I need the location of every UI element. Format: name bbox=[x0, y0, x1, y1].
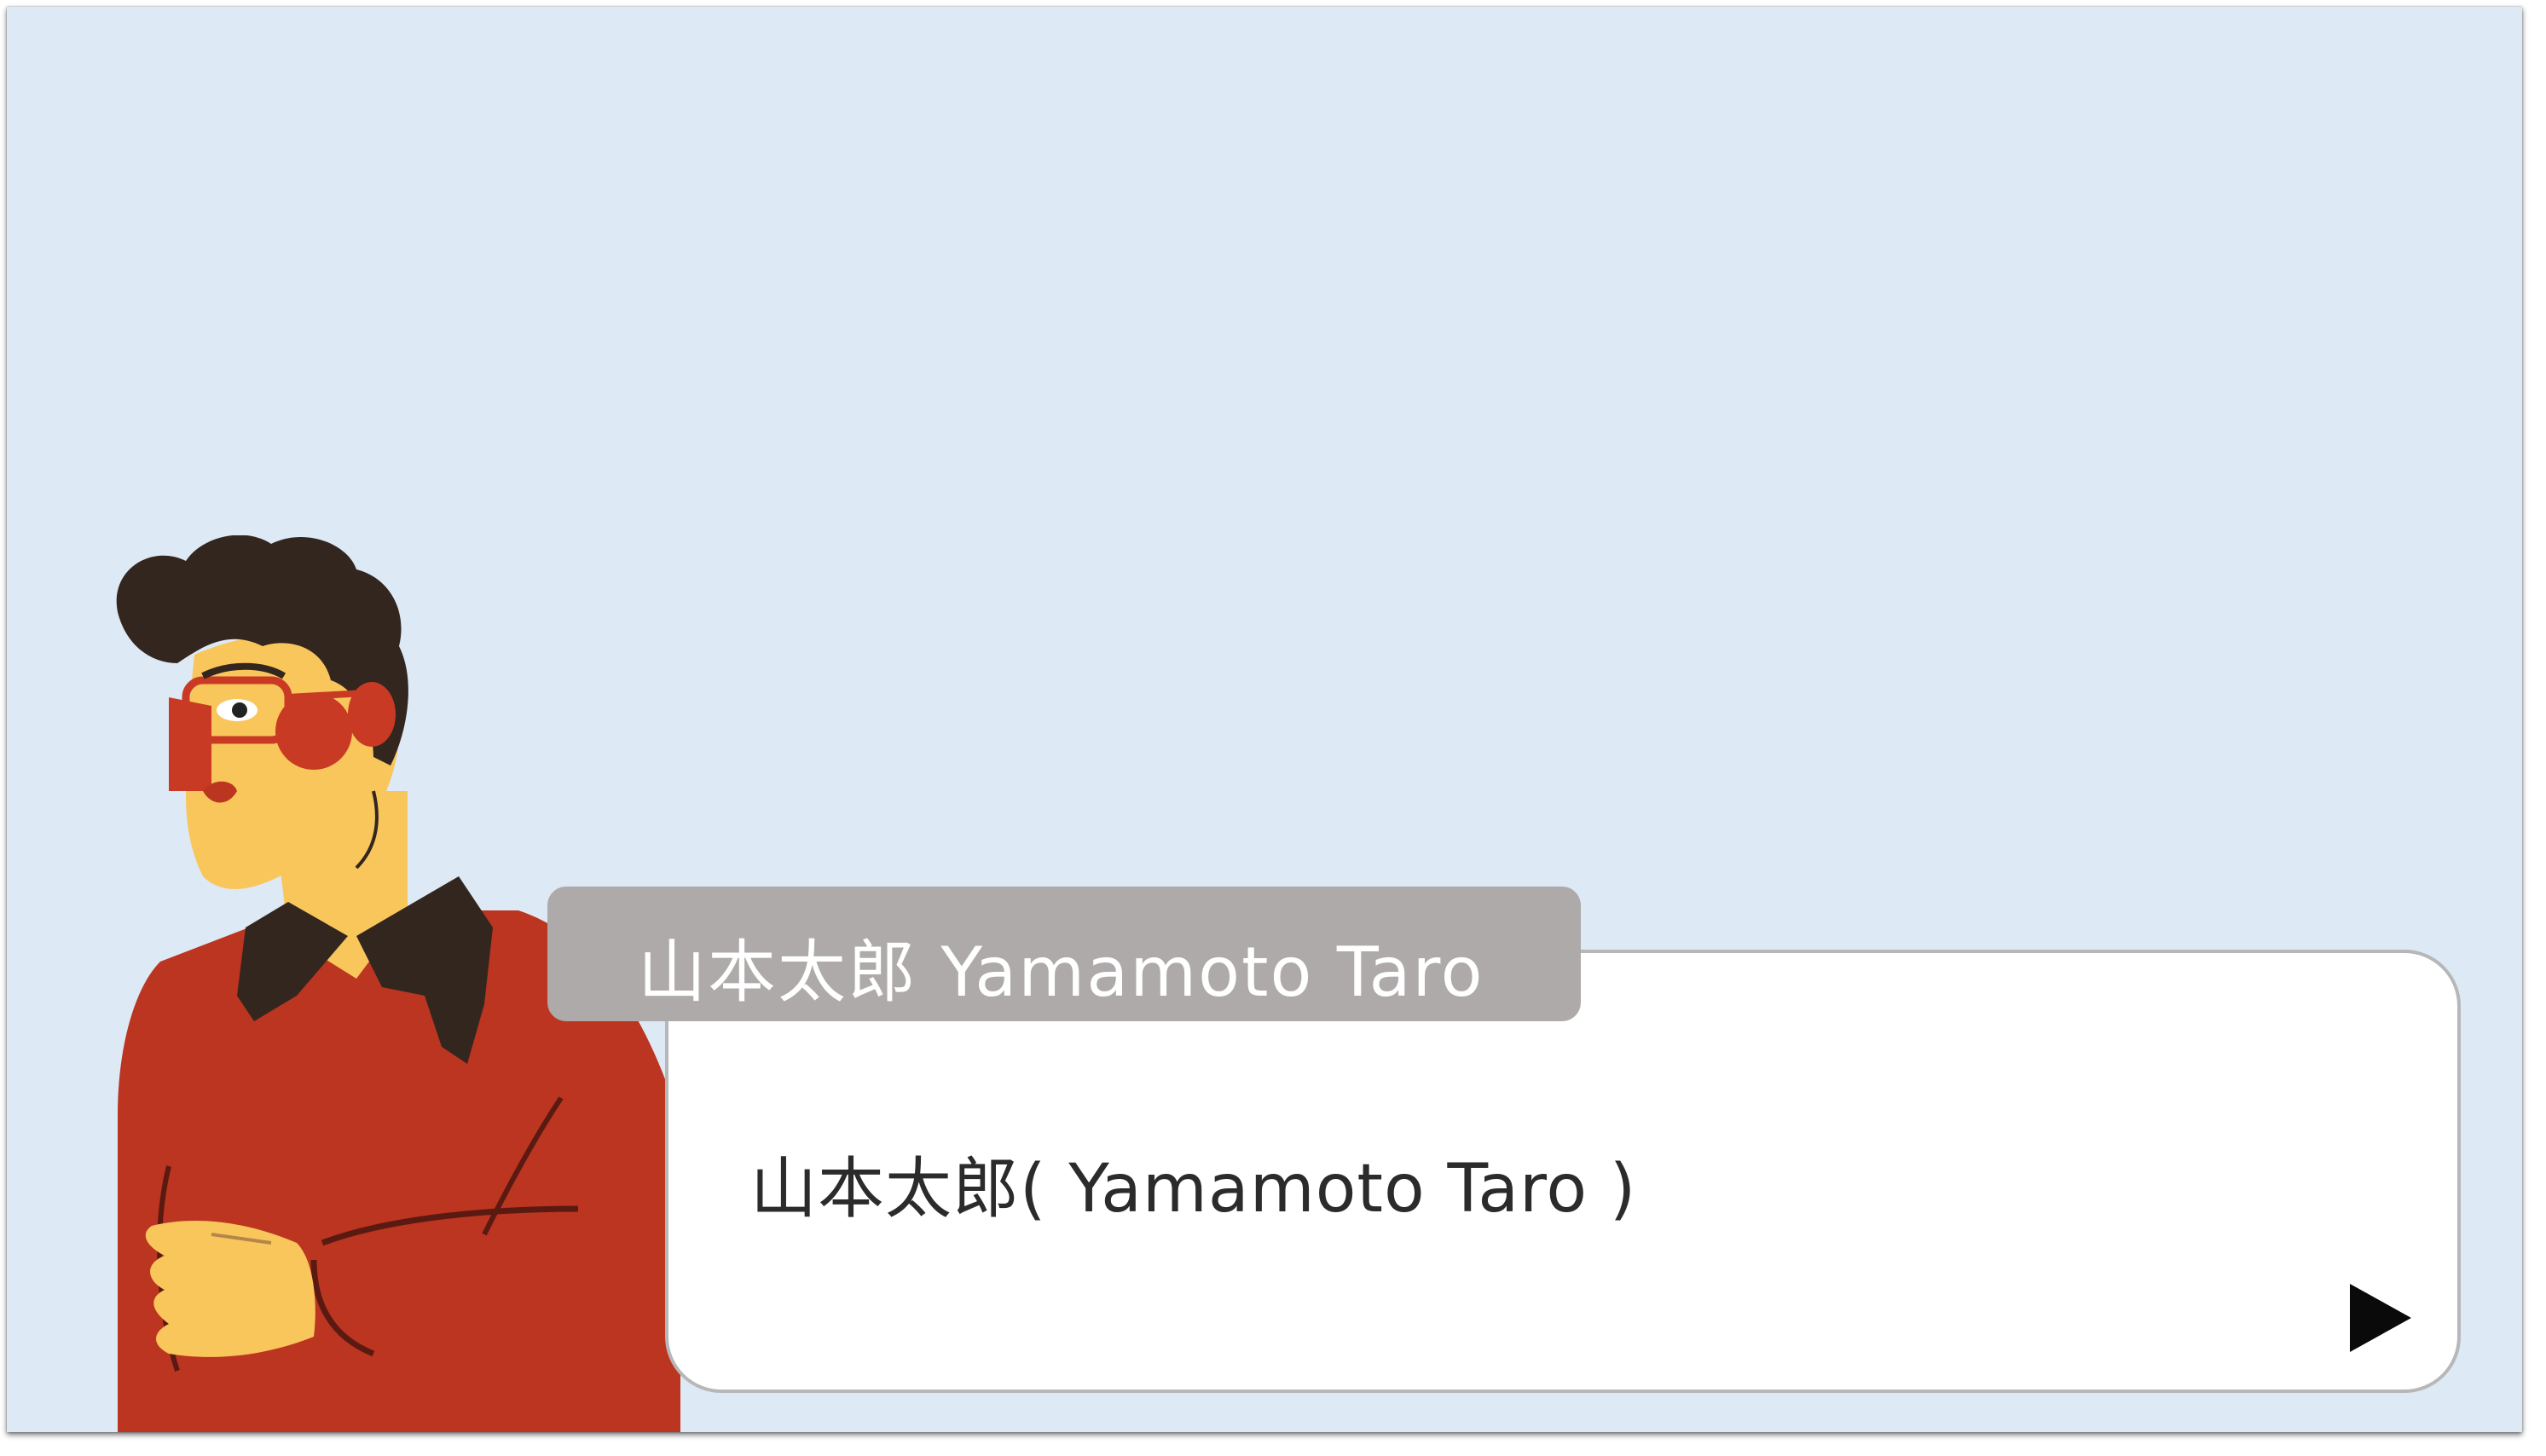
play-triangle-icon[interactable] bbox=[2350, 1284, 2411, 1352]
dialog-text: 山本太郎( Yamamoto Taro ) bbox=[750, 1151, 1637, 1228]
speaker-name: 山本太郎 Yamamoto Taro bbox=[638, 933, 1484, 1012]
hand bbox=[145, 1221, 315, 1357]
speaker-name-plate: 山本太郎 Yamamoto Taro bbox=[547, 887, 1581, 1021]
nose bbox=[169, 697, 211, 791]
game-scene: 山本太郎( Yamamoto Taro ) 山本太郎 Yamamoto Taro bbox=[7, 7, 2522, 1432]
